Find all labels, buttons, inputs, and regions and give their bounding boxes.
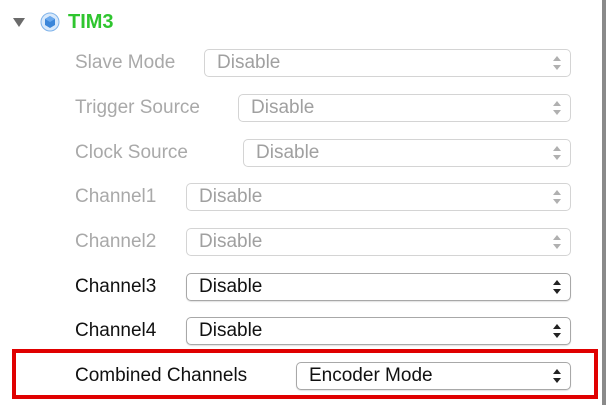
channel1-select[interactable]: Disable [186,183,571,211]
clock-source-label: Clock Source [75,142,188,163]
channel4-row: Channel4 Disable [0,314,616,348]
trigger-source-label: Trigger Source [75,97,200,118]
channel3-label: Channel3 [75,276,157,297]
channel2-select[interactable]: Disable [186,228,571,256]
trigger-source-row: Trigger Source Disable [0,91,616,125]
channel2-value: Disable [199,231,263,252]
channel3-row: Channel3 Disable [0,270,616,304]
clock-source-row: Clock Source Disable [0,136,616,170]
tim3-config-panel: TIM3 Slave Mode Disable Trigger Source D… [0,0,616,405]
channel1-row: Channel1 Disable [0,180,616,214]
channel3-value: Disable [199,276,263,297]
tree-node-label: TIM3 [68,10,114,33]
select-stepper-icon [553,190,561,204]
select-stepper-icon [553,146,561,160]
slave-mode-value: Disable [217,52,281,73]
slave-mode-row: Slave Mode Disable [0,46,616,80]
select-stepper-icon [553,324,561,338]
select-stepper-icon [553,235,561,249]
channel3-select[interactable]: Disable [186,273,571,301]
select-stepper-icon [553,56,561,70]
select-stepper-icon [553,280,561,294]
slave-mode-label: Slave Mode [75,52,176,73]
tree-node-tim3[interactable]: TIM3 [10,8,114,36]
peripheral-cube-icon [40,12,60,32]
slave-mode-select[interactable]: Disable [204,49,571,77]
channel4-select[interactable]: Disable [186,317,571,345]
channel2-row: Channel2 Disable [0,225,616,259]
trigger-source-select[interactable]: Disable [238,94,571,122]
channel2-label: Channel2 [75,231,157,252]
trigger-source-value: Disable [251,97,315,118]
channel1-label: Channel1 [75,186,157,207]
disclosure-triangle-icon[interactable] [10,13,28,31]
clock-source-value: Disable [256,142,320,163]
select-stepper-icon [553,101,561,115]
channel4-value: Disable [199,320,263,341]
clock-source-select[interactable]: Disable [243,139,571,167]
channel4-label: Channel4 [75,320,157,341]
highlight-box [12,349,598,399]
channel1-value: Disable [199,186,263,207]
